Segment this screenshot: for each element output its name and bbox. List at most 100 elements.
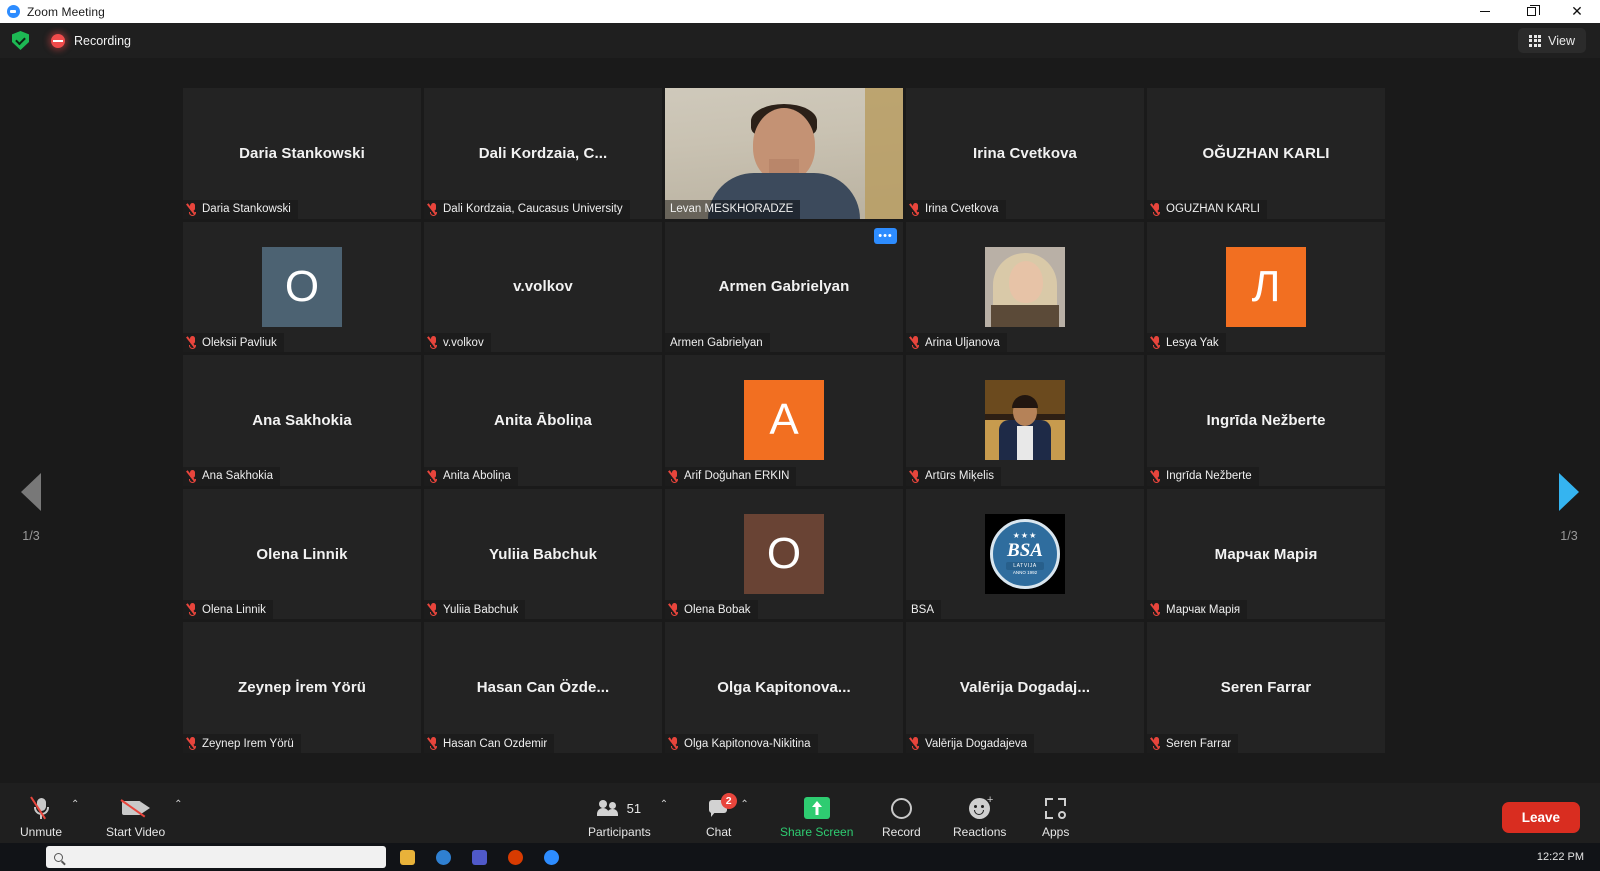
participant-tile[interactable]: Л Lesya Yak	[1147, 221, 1385, 353]
participant-name-label: Марчак Марія	[1166, 603, 1241, 616]
participant-name-bar: Dali Kordzaia, Caucasus University	[424, 199, 630, 219]
participant-name-label: Valērija Dogadajeva	[925, 737, 1028, 750]
participant-tile[interactable]: ••• Armen Gabrielyan Armen Gabrielyan	[665, 221, 903, 353]
window-controls: ✕	[1462, 0, 1600, 23]
participant-tile[interactable]: O Olena Bobak	[665, 488, 903, 620]
maximize-button[interactable]	[1508, 0, 1554, 23]
bsa-logo-avatar: ★★★ BSA LATVIJA ANNO 1992	[985, 514, 1065, 595]
chat-options-chevron-icon[interactable]: ⌃	[740, 799, 748, 810]
taskbar-clock: 12:22 PM	[1536, 850, 1584, 863]
participant-tile[interactable]: Dali Kordzaia, C... Dali Kordzaia, Cauca…	[424, 88, 662, 219]
participant-tile[interactable]: Anita Āboliņa Anita Āboliņa	[424, 355, 662, 486]
participant-tile[interactable]: Daria Stankowski Daria Stankowski	[183, 88, 421, 219]
participant-tile[interactable]: Olga Kapitonova... Olga Kapitonova-Nikit…	[665, 622, 903, 753]
mic-muted-icon	[429, 737, 438, 750]
participant-name-bar: Hasan Can Özdemir	[424, 734, 555, 753]
taskbar-app-explorer[interactable]	[392, 846, 422, 868]
next-page-control[interactable]: 1/3	[1538, 473, 1600, 543]
taskbar-app-zoom[interactable]	[536, 846, 566, 868]
participant-name-label: OĞUZHAN KARLI	[1166, 203, 1260, 216]
taskbar-app-edge[interactable]	[428, 846, 458, 868]
participant-tile[interactable]: v.volkov v.volkov	[424, 221, 662, 353]
taskbar-app-teams[interactable]	[464, 846, 494, 868]
participant-tile[interactable]: ★★★ BSA LATVIJA ANNO 1992 BSA	[906, 488, 1144, 620]
mic-muted-icon	[911, 469, 920, 483]
mic-muted-icon	[1152, 202, 1161, 216]
participant-display-name: Ana Sakhokia	[252, 411, 352, 429]
mic-muted-icon	[188, 336, 197, 350]
leave-meeting-button[interactable]: Leave	[1501, 802, 1580, 833]
recording-dot-icon	[51, 33, 65, 48]
participant-tile[interactable]: Arina Uljanova	[906, 221, 1144, 353]
participant-tile[interactable]: Hasan Can Özde... Hasan Can Özdemir	[424, 622, 662, 753]
participant-photo-avatar	[985, 246, 1065, 327]
window-title: Zoom Meeting	[27, 4, 105, 19]
participants-options-chevron-icon[interactable]: ⌃	[660, 799, 668, 810]
share-screen-button[interactable]: Share Screen	[780, 794, 853, 839]
mic-muted-icon	[1152, 737, 1161, 750]
microphone-muted-icon	[29, 795, 50, 821]
apps-button[interactable]: Apps	[1042, 794, 1069, 839]
participant-tile[interactable]: O Oleksii Pavliuk	[183, 221, 421, 353]
camera-off-icon	[120, 799, 150, 818]
participant-tile[interactable]: Марчак Марія Марчак Марія	[1147, 488, 1385, 620]
taskbar-search-box[interactable]	[46, 846, 386, 868]
participant-name-bar: Olena Linnik	[183, 600, 273, 620]
participant-name-label: Dali Kordzaia, Caucasus University	[443, 203, 623, 216]
unmute-button[interactable]: Unmute	[20, 794, 62, 839]
participant-tile[interactable]: Ingrīda Nežberte Ingrīda Nežberte	[1147, 355, 1385, 486]
participant-display-name: Yuliia Babchuk	[488, 545, 598, 563]
mic-muted-icon	[1152, 336, 1161, 350]
tile-more-options-button[interactable]: •••	[874, 227, 897, 244]
participant-tile[interactable]: Olena Linnik Olena Linnik	[183, 488, 421, 620]
participant-tile[interactable]: Valērija Dogadaj... Valērija Dogadajeva	[906, 622, 1144, 753]
chat-label: Chat	[706, 825, 732, 839]
participant-name-bar: Valērija Dogadajeva	[906, 734, 1035, 753]
participants-button[interactable]: 51 Participants	[588, 794, 651, 839]
mic-muted-icon	[1152, 603, 1161, 617]
audio-options-chevron-icon[interactable]: ⌃	[71, 799, 79, 810]
record-button[interactable]: Record	[882, 794, 921, 839]
participant-name-label: v.volkov	[443, 336, 484, 349]
participant-tile[interactable]: OĞUZHAN KARLI OĞUZHAN KARLI	[1147, 88, 1385, 219]
share-screen-label: Share Screen	[780, 825, 854, 839]
participant-name-bar: Levan MESKHORADZE	[665, 199, 801, 219]
mic-muted-icon	[429, 202, 438, 216]
participant-name-bar: Olga Kapitonova-Nikitina	[665, 734, 818, 753]
participant-name-bar: Armen Gabrielyan	[665, 333, 770, 353]
minimize-button[interactable]	[1462, 0, 1508, 23]
mic-muted-icon	[670, 737, 679, 750]
start-video-button[interactable]: Start Video	[106, 794, 165, 839]
participant-tile[interactable]: Zeynep İrem Yörü Zeynep İrem Yörü	[183, 622, 421, 753]
participant-display-name: Valērija Dogadaj...	[959, 679, 1091, 697]
recording-indicator[interactable]: Recording	[51, 33, 131, 48]
participant-name-label: Daria Stankowski	[202, 203, 291, 216]
previous-page-control[interactable]: 1/3	[0, 473, 62, 543]
participant-tile[interactable]: Ana Sakhokia Ana Sakhokia	[183, 355, 421, 486]
participant-tile[interactable]: Artūrs Miķelis	[906, 355, 1144, 486]
participant-tile[interactable]: Irina Cvetkova Irina Cvetkova	[906, 88, 1144, 219]
next-page-arrow-icon[interactable]	[1559, 473, 1579, 511]
participant-display-name: Armen Gabrielyan	[718, 278, 850, 296]
encryption-shield-icon[interactable]	[12, 31, 29, 50]
grid-view-icon	[1529, 34, 1542, 47]
video-options-chevron-icon[interactable]: ⌃	[174, 799, 182, 810]
chat-button[interactable]: 2 Chat	[706, 793, 737, 839]
search-icon	[54, 852, 63, 862]
participant-name-bar: Arif Doğuhan ERKİN	[665, 466, 797, 486]
participant-tile[interactable]: Yuliia Babchuk Yuliia Babchuk	[424, 488, 662, 620]
close-button[interactable]: ✕	[1554, 0, 1600, 23]
mic-muted-icon	[188, 202, 197, 216]
view-button[interactable]: View	[1518, 28, 1586, 53]
active-speaker-tile[interactable]: Levan MESKHORADZE	[665, 88, 903, 219]
previous-page-arrow-icon[interactable]	[21, 473, 41, 511]
participant-name-label: Seren Farrar	[1166, 737, 1232, 750]
participant-name-label: Levan MESKHORADZE	[670, 203, 794, 216]
participant-tile[interactable]: A Arif Doğuhan ERKİN	[665, 355, 903, 486]
participant-name-bar: BSA	[906, 600, 942, 620]
reactions-button[interactable]: + Reactions	[953, 794, 1006, 839]
mic-muted-icon	[670, 469, 679, 483]
participant-tile[interactable]: Seren Farrar Seren Farrar	[1147, 622, 1385, 753]
reactions-label: Reactions	[953, 825, 1007, 839]
taskbar-app-office[interactable]	[500, 846, 530, 868]
